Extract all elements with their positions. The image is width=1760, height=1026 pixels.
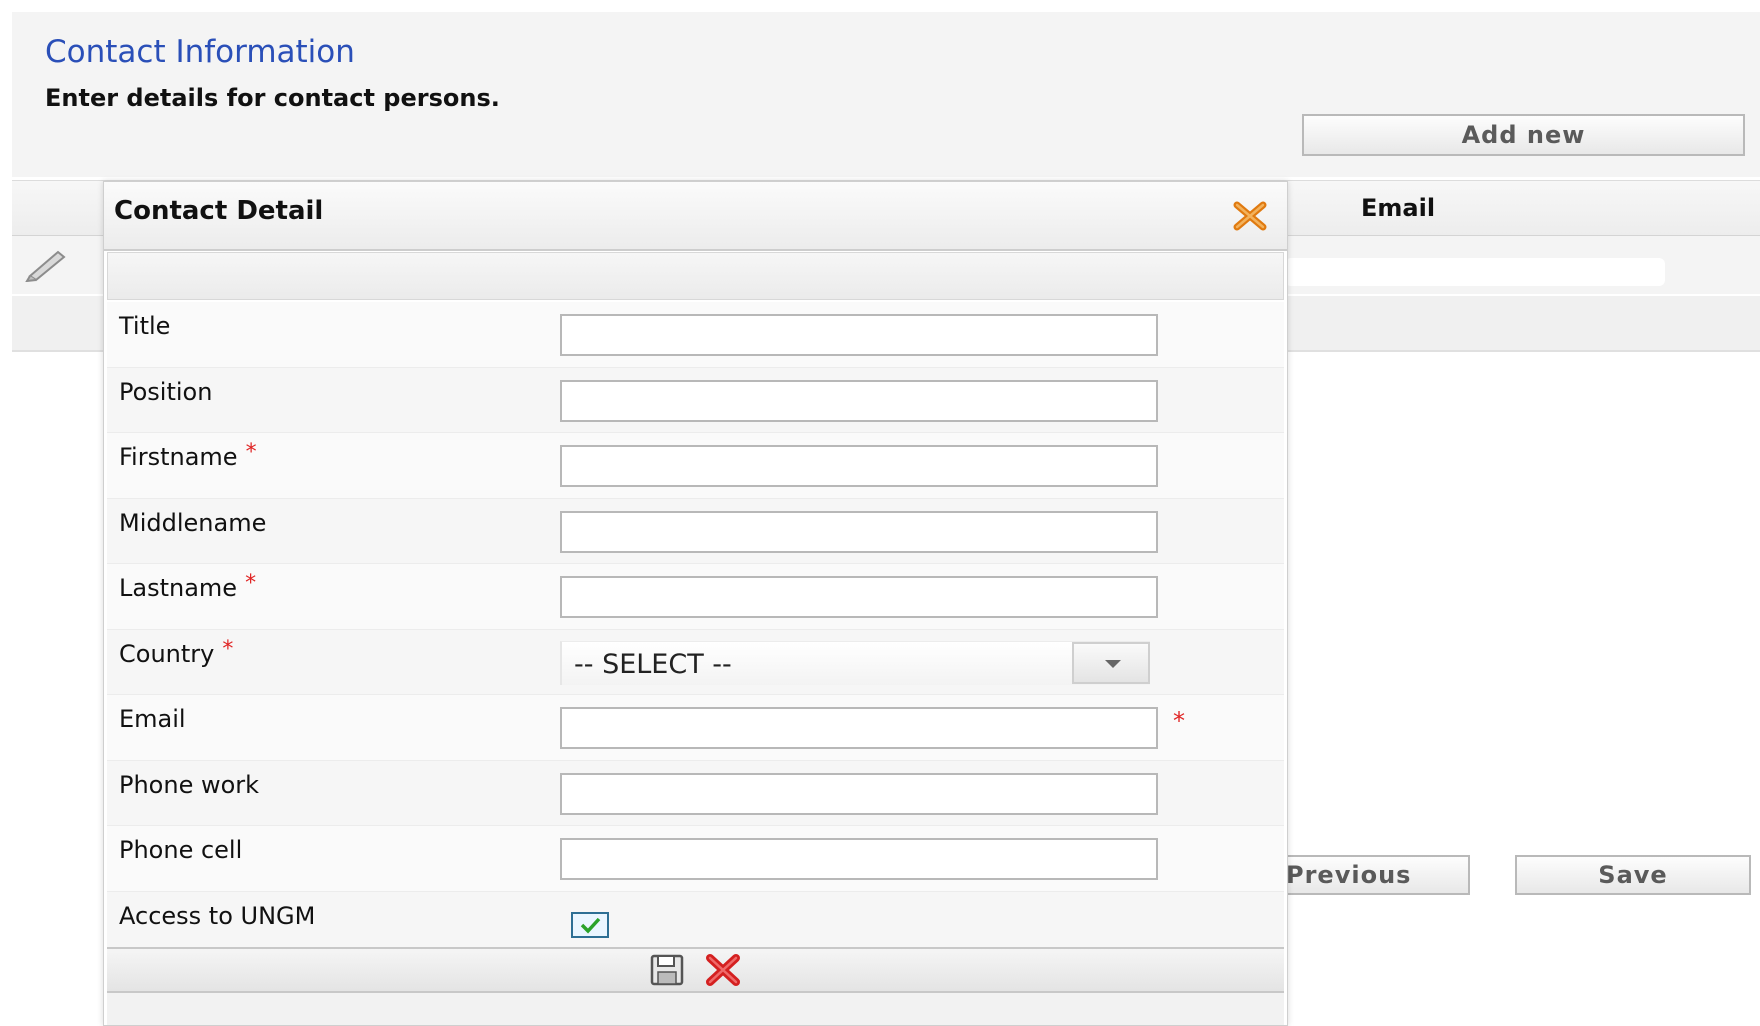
add-new-button[interactable]: Add new bbox=[1302, 114, 1745, 156]
country-selected-value: -- SELECT -- bbox=[574, 648, 732, 680]
field-label-lastname: Lastname * bbox=[119, 571, 257, 602]
form-row-middlename: Middlename bbox=[107, 498, 1284, 564]
field-label-access-ungm: Access to UNGM bbox=[119, 901, 316, 930]
close-icon[interactable] bbox=[1232, 200, 1268, 232]
form-row-position: Position bbox=[107, 367, 1284, 433]
save-icon[interactable] bbox=[649, 953, 685, 987]
form-row-phone-work: Phone work bbox=[107, 760, 1284, 826]
dialog-footer bbox=[107, 947, 1284, 993]
page-title: Contact Information bbox=[45, 34, 355, 70]
field-label-phone-cell: Phone cell bbox=[119, 836, 243, 864]
cancel-icon[interactable] bbox=[704, 953, 742, 987]
field-label-country: Country * bbox=[119, 636, 234, 668]
required-marker: * bbox=[245, 571, 257, 596]
dialog-title-bar: Contact Detail bbox=[104, 182, 1287, 251]
field-label-title: Title bbox=[119, 312, 171, 340]
field-label-position: Position bbox=[119, 377, 213, 406]
save-button[interactable]: Save bbox=[1515, 855, 1751, 895]
field-label-email: Email bbox=[119, 705, 186, 733]
position-input[interactable] bbox=[560, 379, 1158, 422]
form-row-firstname: Firstname * bbox=[107, 433, 1284, 499]
grid-column-email: Email bbox=[1361, 194, 1436, 222]
lastname-input[interactable] bbox=[560, 576, 1158, 618]
dialog-toolbar-band bbox=[107, 252, 1284, 300]
form-row-country: Country * -- SELECT -- bbox=[107, 629, 1284, 695]
dialog-bottom-band bbox=[107, 993, 1284, 1025]
pencil-icon[interactable] bbox=[22, 248, 68, 282]
form-row-email: Email * bbox=[107, 695, 1284, 761]
form-row-title: Title bbox=[107, 302, 1284, 368]
middlename-input[interactable] bbox=[560, 510, 1158, 553]
previous-button[interactable]: Previous bbox=[1268, 855, 1470, 895]
field-label-phone-work: Phone work bbox=[119, 770, 260, 799]
field-label-middlename: Middlename bbox=[119, 508, 267, 537]
phone-cell-input[interactable] bbox=[560, 838, 1158, 880]
form-row-phone-cell: Phone cell bbox=[107, 826, 1284, 892]
title-input[interactable] bbox=[560, 314, 1158, 356]
firstname-input[interactable] bbox=[560, 445, 1158, 487]
phone-work-input[interactable] bbox=[560, 772, 1158, 815]
contact-form: Title Position Firstname * Middlename Las… bbox=[107, 302, 1284, 957]
email-input[interactable] bbox=[560, 707, 1158, 749]
required-marker: * bbox=[245, 440, 257, 465]
field-label-firstname: Firstname * bbox=[119, 440, 257, 471]
form-row-lastname: Lastname * bbox=[107, 564, 1284, 630]
dialog-title: Contact Detail bbox=[114, 196, 324, 226]
access-ungm-checkbox[interactable] bbox=[571, 911, 609, 938]
contact-detail-dialog: Contact Detail Title Position Firstname *… bbox=[103, 181, 1288, 1026]
country-select[interactable]: -- SELECT -- bbox=[560, 640, 1150, 685]
check-icon bbox=[580, 917, 601, 934]
email-cell-redacted bbox=[1285, 258, 1665, 286]
page-subtitle: Enter details for contact persons. bbox=[45, 84, 500, 112]
chevron-down-icon[interactable] bbox=[1072, 641, 1150, 684]
required-marker: * bbox=[222, 636, 234, 662]
required-marker: * bbox=[1173, 707, 1185, 735]
